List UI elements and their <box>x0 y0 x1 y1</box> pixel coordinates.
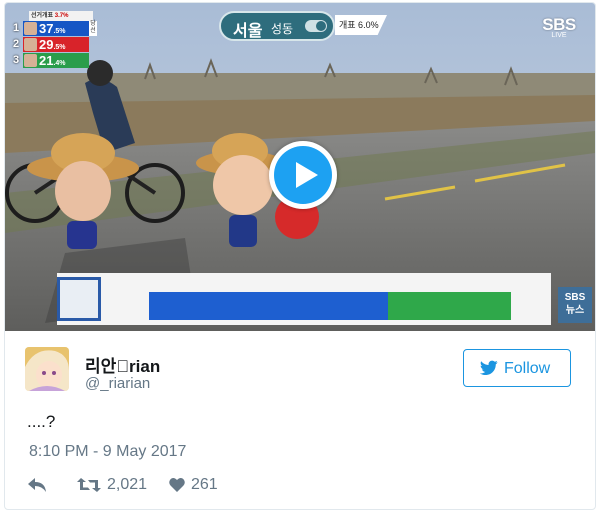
candidate-photo <box>24 22 37 35</box>
poll-percent-major: 37 <box>39 21 54 36</box>
retweet-button[interactable]: 2,021 <box>77 475 157 495</box>
poll-header-value: 3.7% <box>54 13 69 19</box>
poll-percent-major: 21 <box>39 53 54 68</box>
poll-rank: 1 <box>12 22 20 34</box>
region-city: 서울 <box>233 23 263 40</box>
progress-fill-blue <box>149 292 388 320</box>
like-button[interactable]: 261 <box>169 475 229 495</box>
reply-icon <box>28 478 46 492</box>
reply-button[interactable] <box>27 475 51 495</box>
avatar-image <box>25 347 69 391</box>
poll-percent-major: 29 <box>39 37 54 52</box>
embedded-video[interactable]: 선거개표 3.7% 1 37.5% 당선 2 29.5% 3 21.4% 서울 … <box>5 3 595 331</box>
poll-row: 1 37.5% 당선 <box>11 21 97 36</box>
poll-panel: 선거개표 3.7% 1 37.5% 당선 2 29.5% 3 21.4% <box>11 11 97 69</box>
retweet-count: 2,021 <box>107 476 148 493</box>
news-badge-line1: SBS <box>564 292 586 303</box>
news-badge: SBS 뉴스 <box>558 287 592 323</box>
follow-label: Follow <box>504 360 551 377</box>
poll-percent-minor: .5% <box>53 44 66 51</box>
poll-row: 2 29.5% <box>11 37 97 52</box>
user-handle[interactable]: @_riarian <box>85 375 150 392</box>
poll-percent-minor: .5% <box>53 28 66 35</box>
poll-percent: 29.5% <box>39 37 66 52</box>
broadcaster-logo: SBS LIVE <box>535 15 583 39</box>
display-name[interactable]: 리안 rian <box>85 352 160 377</box>
poll-header: 선거개표 3.7% <box>29 11 93 21</box>
tweet-timestamp[interactable]: 8:10 PM - 9 May 2017 <box>29 443 186 461</box>
progress-track <box>149 292 511 320</box>
play-button[interactable] <box>269 141 337 209</box>
like-count: 261 <box>191 476 218 493</box>
retweet-icon <box>77 478 101 492</box>
candidate-photo <box>24 54 37 67</box>
follow-button[interactable]: Follow <box>463 349 571 387</box>
poll-rank: 2 <box>12 38 20 50</box>
play-button-icon <box>274 146 332 204</box>
region-badge: 서울 성동 <box>219 11 335 41</box>
poll-percent-minor: .4% <box>53 60 66 67</box>
candidate-photo <box>24 38 37 51</box>
poll-header-label: 선거개표 <box>31 13 54 19</box>
heart-icon <box>169 478 185 492</box>
poll-rank: 3 <box>12 54 20 66</box>
poll-percent: 21.4% <box>39 53 66 68</box>
progress-fill-green <box>388 292 511 320</box>
tweet-card: 선거개표 3.7% 1 37.5% 당선 2 29.5% 3 21.4% 서울 … <box>4 2 596 510</box>
progress-thumbnail <box>57 277 101 321</box>
progress-bar <box>57 273 551 325</box>
toggle-icon <box>305 20 327 32</box>
region-district: 성동 <box>271 22 294 36</box>
news-badge-line2: 뉴스 <box>565 305 585 316</box>
twitter-bird-icon <box>480 360 498 376</box>
avatar[interactable] <box>25 347 69 391</box>
poll-percent: 37.5% <box>39 21 66 36</box>
poll-tag: 당선 <box>89 21 97 36</box>
tweet-text: ....? <box>27 412 56 431</box>
poll-row: 3 21.4% <box>11 53 97 68</box>
